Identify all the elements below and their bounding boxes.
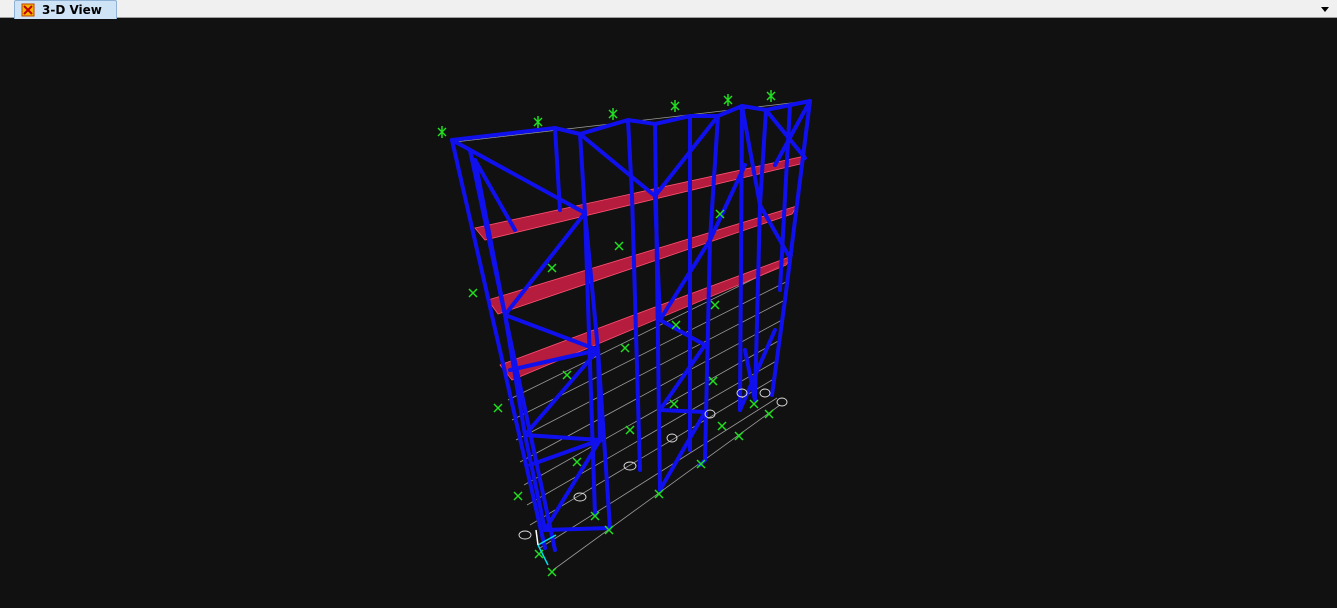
tab-label: 3-D View (42, 3, 102, 17)
structural-model-canvas (437, 90, 812, 577)
3d-viewport[interactable] (0, 19, 1337, 608)
sap-model-icon (21, 3, 35, 17)
chevron-down-icon[interactable] (1319, 3, 1331, 15)
tab-3d-view[interactable]: 3-D View (14, 0, 117, 19)
document-tab-bar: 3-D View (0, 0, 1337, 19)
